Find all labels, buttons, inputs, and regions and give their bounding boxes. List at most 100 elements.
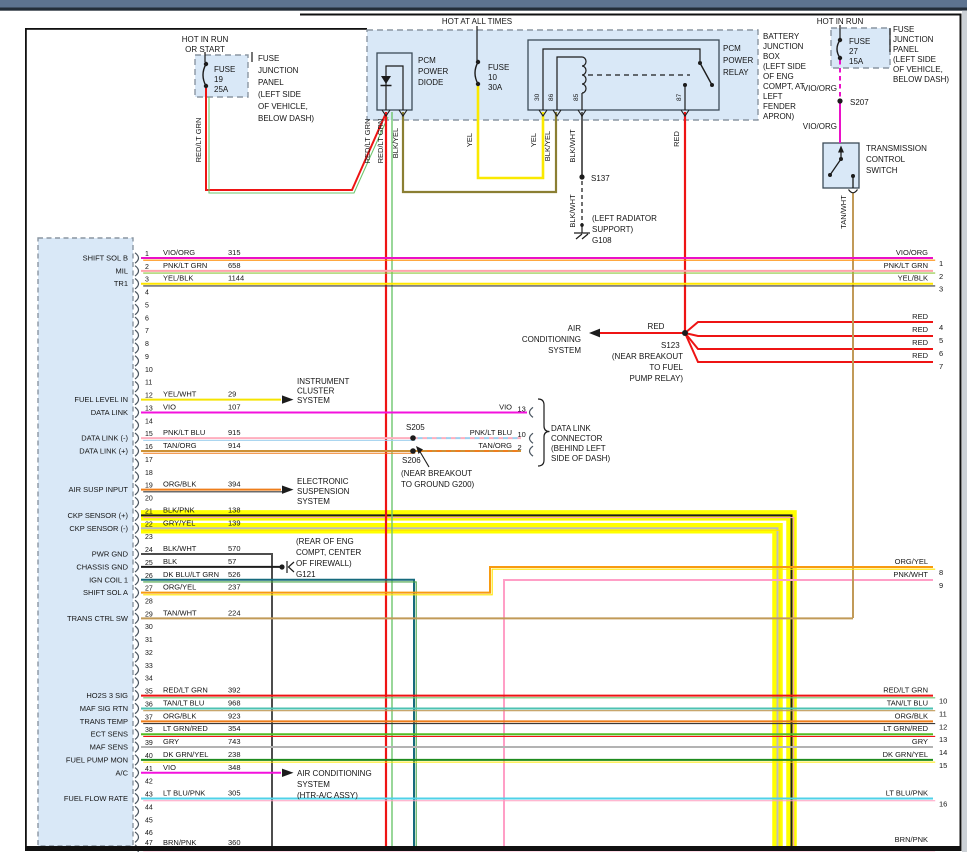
- svg-text:YEL: YEL: [465, 133, 474, 147]
- pin-function-label: SHIFT SOL B: [83, 254, 128, 263]
- pin-function-label: PWR GND: [92, 550, 129, 559]
- circuit-number: 392: [228, 686, 241, 695]
- pin-arc-15: [135, 433, 139, 443]
- pin-number: 31: [145, 637, 153, 644]
- pin-function-label: MAF SENS: [90, 743, 128, 752]
- titlebar-edge: [0, 8, 967, 11]
- svg-text:(LEFT SIDE: (LEFT SIDE: [763, 62, 806, 71]
- svg-text:JUNCTION: JUNCTION: [763, 42, 804, 51]
- ac-htr-label: AIR CONDITIONING: [297, 769, 372, 778]
- pin-function-label: DATA LINK (-): [81, 434, 128, 443]
- wire-color-label: RED/LT GRN: [163, 686, 208, 695]
- svg-text:TO GROUND G200): TO GROUND G200): [401, 480, 475, 489]
- pin-function-label: A/C: [115, 768, 128, 777]
- pin-function-label: DATA LINK (+): [79, 447, 128, 456]
- pin-number: 13: [145, 405, 153, 412]
- svg-text:BOX: BOX: [763, 52, 781, 61]
- right-edge-wire-label: RED: [912, 325, 928, 334]
- pin-arc-42: [135, 780, 139, 790]
- svg-text:G121: G121: [296, 570, 316, 579]
- svg-text:PUMP RELAY): PUMP RELAY): [630, 374, 684, 383]
- pin-number: 9: [145, 354, 149, 361]
- circuit-number: 526: [228, 570, 241, 579]
- pin-arc-29: [135, 613, 139, 623]
- svg-text:27: 27: [849, 47, 858, 56]
- pin-number: 12: [145, 393, 153, 400]
- pin-function-label: TRANS CTRL SW: [67, 614, 129, 623]
- pin-function-label: HO2S 3 SIG: [86, 691, 128, 700]
- pin-number: 40: [145, 753, 153, 760]
- pin-arc-12: [135, 394, 139, 404]
- right-edge-wire-label: PNK/WHT: [893, 570, 928, 579]
- svg-text:CONTROL: CONTROL: [866, 155, 906, 164]
- right-edge-wire-label: LT BLU/PNK: [886, 789, 928, 798]
- pin-function-label: AIR SUSP INPUT: [69, 485, 129, 494]
- pin-arc-14: [135, 420, 139, 430]
- svg-text:OF VEHICLE,: OF VEHICLE,: [258, 102, 308, 111]
- right-edge-number: 5: [939, 336, 943, 345]
- pin-function-label: FUEL FLOW RATE: [64, 794, 128, 803]
- pin-function-label: CHASSIS GND: [76, 562, 128, 571]
- pin-arc-37: [135, 716, 139, 726]
- right-edge-wire-label: RED/LT GRN: [883, 686, 928, 695]
- pin-number: 26: [145, 573, 153, 580]
- pin-arc-4: [135, 291, 139, 301]
- svg-text:RED/LT GRN: RED/LT GRN: [376, 119, 385, 164]
- pin-number: 10: [145, 367, 153, 374]
- circuit-number: 138: [228, 505, 241, 514]
- wiring-diagram: HOT IN RUN OR START FUSE 19 25A FUSE JUN…: [0, 0, 967, 852]
- right-edge-wire-label: VIO/ORG: [896, 248, 928, 257]
- wire-color-label: GRY/YEL: [163, 518, 195, 527]
- pin-number: 22: [145, 521, 153, 528]
- pin-number: 15: [145, 431, 153, 438]
- pin-arc-34: [135, 678, 139, 688]
- dlc-pin-number: 13: [518, 404, 526, 413]
- pin-function-label: FUEL LEVEL IN: [74, 395, 128, 404]
- wire-color-label: LT BLU/PNK: [163, 789, 205, 798]
- circuit-number: 29: [228, 390, 236, 399]
- pin-number: 44: [145, 804, 153, 811]
- wire-red-fan-4: [685, 333, 933, 362]
- wire-red-fan-1: [685, 322, 933, 333]
- wire-BLK/WHT: [141, 554, 272, 846]
- pin-arc-43: [135, 793, 139, 803]
- wire-color-label: PNK/LT BLU: [163, 428, 205, 437]
- pin-arc-30: [135, 626, 139, 636]
- pin-arc-41: [135, 768, 139, 778]
- pin-arc-7: [135, 330, 139, 340]
- circuit-number: 237: [228, 583, 241, 592]
- svg-text:15A: 15A: [849, 57, 864, 66]
- circuit-number: 658: [228, 261, 241, 270]
- svg-text:SYSTEM: SYSTEM: [297, 497, 330, 506]
- dlc-brace: [538, 399, 550, 466]
- pin-number: 21: [145, 508, 153, 515]
- svg-text:SWITCH: SWITCH: [866, 166, 898, 175]
- pin-number: 20: [145, 496, 153, 503]
- pin-arc-25: [135, 562, 139, 572]
- dlc-wire-label: PNK/LT BLU: [470, 428, 512, 437]
- pin-arc-16: [135, 446, 139, 456]
- svg-text:VIO/ORG: VIO/ORG: [803, 122, 837, 131]
- pin-arc-39: [135, 742, 139, 752]
- pin-arc-31: [135, 639, 139, 649]
- pin-number: 2: [145, 264, 149, 271]
- wire-color-label: YEL/WHT: [163, 390, 197, 399]
- wire-color-label: YEL/BLK: [163, 274, 193, 283]
- suspension-label: ELECTRONIC: [297, 477, 349, 486]
- pin-number: 8: [145, 341, 149, 348]
- pin-function-label: ECT SENS: [91, 730, 128, 739]
- pin-number: 35: [145, 689, 153, 696]
- labels: HOT IN RUN OR START FUSE 19 25A FUSE JUN…: [182, 17, 950, 800]
- arrow-right-icon: [282, 769, 294, 777]
- hot-at-all-times: HOT AT ALL TIMES: [442, 17, 512, 26]
- wire-pnk-wht: [504, 580, 933, 846]
- wire-color-label: TAN/WHT: [163, 608, 197, 617]
- pin-arc-46: [135, 832, 139, 842]
- splice-s137: [579, 174, 584, 179]
- pin-number: 14: [145, 418, 153, 425]
- svg-text:JUNCTION: JUNCTION: [893, 35, 934, 44]
- pin-arc-35: [135, 690, 139, 700]
- svg-text:JUNCTION: JUNCTION: [258, 66, 299, 75]
- splice-s207: [837, 98, 842, 103]
- window-titlebar[interactable]: [0, 0, 967, 8]
